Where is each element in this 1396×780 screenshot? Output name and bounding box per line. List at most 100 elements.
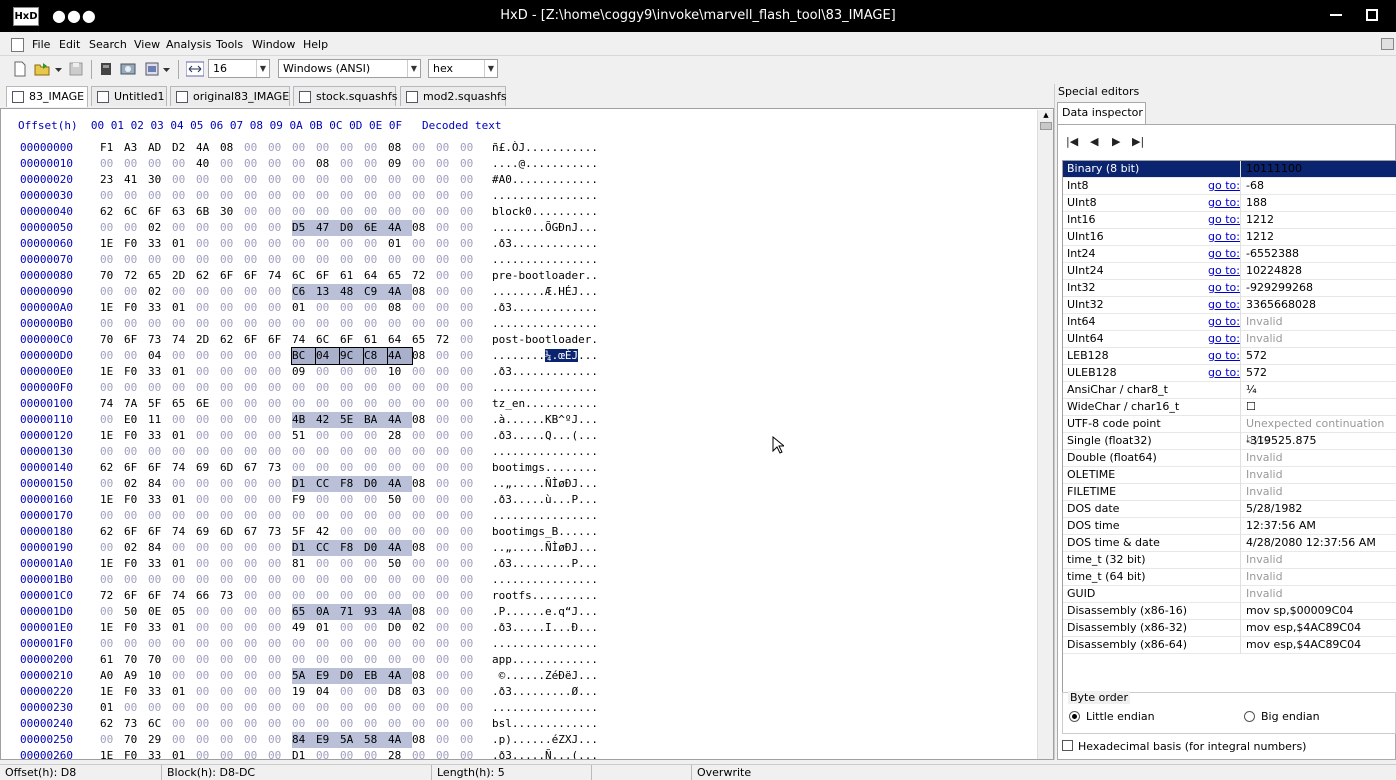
hex-byte[interactable]: 6F: [244, 268, 268, 284]
hex-byte[interactable]: 00: [196, 668, 220, 684]
hex-byte[interactable]: 62: [100, 716, 124, 732]
hex-byte[interactable]: 72: [124, 268, 148, 284]
hex-byte[interactable]: 00: [268, 476, 292, 492]
hex-byte[interactable]: 01: [100, 700, 124, 716]
tab-stock-squashfs[interactable]: stock.squashfs: [293, 86, 397, 106]
hex-byte[interactable]: 00: [436, 268, 460, 284]
hex-row[interactable]: 00000250 00 70 29 00 00 00 00 00 84 E9 5A 58 4A 08 00 00…: [20, 732, 598, 748]
inspector-row[interactable]: UTF-8 code point Unexpected continuation …: [1063, 416, 1396, 446]
row-bytes[interactable]: 00 02 84 00 00 00 00 00 D1 CC F8 D0 4A 08 00 00: [100, 540, 492, 556]
hex-byte[interactable]: 00: [268, 348, 292, 364]
menu-window[interactable]: Window: [252, 38, 295, 51]
hex-byte[interactable]: 00: [364, 492, 388, 508]
hex-byte[interactable]: 00: [268, 300, 292, 316]
new-file-icon[interactable]: [12, 61, 28, 77]
hex-byte[interactable]: 00: [148, 636, 172, 652]
row-bytes[interactable]: 00 00 00 00 00 00 00 00 00 00 00 00 00 00 00 00: [100, 252, 492, 268]
hex-row[interactable]: 00000030 00 00 00 00 00 00 00 00 00 00 00 00 00 00 00 00…: [20, 188, 598, 204]
hex-row[interactable]: 00000150 00 02 84 00 00 00 00 00 D1 CC F8 D0 4A 08 00 00…: [20, 476, 598, 492]
hex-byte[interactable]: 00: [292, 588, 316, 604]
hex-row[interactable]: 00000100 74 7A 5F 65 6E 00 00 00 00 00 00 00 00 00 00 00…: [20, 396, 598, 412]
hex-byte[interactable]: 08: [412, 604, 436, 620]
hex-byte[interactable]: 40: [196, 156, 220, 172]
hex-byte[interactable]: 00: [220, 700, 244, 716]
hex-byte[interactable]: 00: [340, 620, 364, 636]
decoded-text[interactable]: ................: [492, 188, 598, 204]
hex-byte[interactable]: 00: [244, 572, 268, 588]
hex-byte[interactable]: 00: [172, 716, 196, 732]
hex-byte[interactable]: F0: [124, 300, 148, 316]
hex-byte[interactable]: 00: [340, 492, 364, 508]
hex-row[interactable]: 00000180 62 6F 6F 74 69 6D 67 73 5F 42 00 00 00 00 00 00…: [20, 524, 598, 540]
hex-byte[interactable]: 00: [124, 156, 148, 172]
hex-row[interactable]: 000001B0 00 00 00 00 00 00 00 00 00 00 00 00 00 00 00 00…: [20, 572, 598, 588]
hex-byte[interactable]: 00: [460, 508, 484, 524]
hex-byte[interactable]: 1E: [100, 620, 124, 636]
hex-byte[interactable]: 6F: [148, 588, 172, 604]
row-bytes[interactable]: 00 00 00 00 00 00 00 00 00 00 00 00 00 00 00 00: [100, 444, 492, 460]
hex-byte[interactable]: 47: [316, 220, 340, 236]
hex-byte[interactable]: 41: [124, 172, 148, 188]
hex-row[interactable]: 00000140 62 6F 6F 74 69 6D 67 73 00 00 00 00 00 00 00 00…: [20, 460, 598, 476]
hex-byte[interactable]: 00: [436, 604, 460, 620]
hex-byte[interactable]: 00: [412, 172, 436, 188]
inspector-value[interactable]: mov sp,$00009C04: [1246, 603, 1396, 620]
hex-byte[interactable]: 00: [364, 716, 388, 732]
inspector-value[interactable]: Invalid: [1246, 467, 1396, 484]
hex-byte[interactable]: 81: [292, 556, 316, 572]
hex-byte[interactable]: 00: [412, 748, 436, 759]
hex-byte[interactable]: 01: [172, 492, 196, 508]
inspector-value[interactable]: 1212: [1246, 229, 1396, 246]
hex-byte[interactable]: 00: [220, 556, 244, 572]
hex-byte[interactable]: 00: [124, 252, 148, 268]
goto-link[interactable]: go to:: [1208, 195, 1240, 211]
hex-byte[interactable]: D8: [388, 684, 412, 700]
hex-byte[interactable]: 00: [196, 412, 220, 428]
hex-byte[interactable]: 01: [292, 300, 316, 316]
decoded-text[interactable]: .ð3.............: [492, 300, 598, 316]
hex-byte[interactable]: 01: [172, 556, 196, 572]
hex-byte[interactable]: 00: [244, 476, 268, 492]
hex-byte[interactable]: 74: [172, 460, 196, 476]
hex-byte[interactable]: 00: [148, 700, 172, 716]
hex-byte[interactable]: F0: [124, 684, 148, 700]
hex-byte[interactable]: 02: [124, 476, 148, 492]
decoded-text[interactable]: ........¼.œÈJ...: [492, 348, 598, 364]
vertical-scrollbar[interactable]: ▲: [1037, 110, 1053, 759]
hex-byte[interactable]: 1E: [100, 428, 124, 444]
hex-byte[interactable]: 00: [364, 364, 388, 380]
hex-byte[interactable]: 00: [412, 524, 436, 540]
hex-byte[interactable]: 33: [148, 684, 172, 700]
hex-byte[interactable]: 00: [340, 444, 364, 460]
hex-byte[interactable]: 93: [364, 604, 388, 620]
hex-byte[interactable]: 6F: [220, 268, 244, 284]
hex-byte[interactable]: 00: [340, 748, 364, 759]
hex-byte[interactable]: 00: [460, 556, 484, 572]
open-process-icon[interactable]: [144, 61, 160, 77]
hex-byte[interactable]: 4A: [388, 732, 412, 748]
decoded-text[interactable]: ....@...........: [492, 156, 598, 172]
hex-byte[interactable]: 00: [364, 172, 388, 188]
hex-byte[interactable]: 00: [364, 428, 388, 444]
inspector-value[interactable]: Invalid: [1246, 552, 1396, 569]
hex-byte[interactable]: 00: [316, 652, 340, 668]
hex-byte[interactable]: E9: [316, 732, 340, 748]
hex-byte[interactable]: 73: [124, 716, 148, 732]
hex-byte[interactable]: 00: [436, 236, 460, 252]
hex-byte[interactable]: 00: [172, 380, 196, 396]
hex-byte[interactable]: 00: [316, 716, 340, 732]
hex-byte[interactable]: 29: [148, 732, 172, 748]
hex-byte[interactable]: 00: [436, 300, 460, 316]
hex-byte[interactable]: 00: [268, 284, 292, 300]
hex-byte[interactable]: 08: [316, 156, 340, 172]
inspector-row[interactable]: Single (float32) -319525.875: [1063, 433, 1396, 450]
hex-byte[interactable]: 00: [172, 508, 196, 524]
hex-byte[interactable]: 00: [460, 620, 484, 636]
hex-byte[interactable]: 00: [340, 716, 364, 732]
hex-basis-label[interactable]: Hexadecimal basis (for integral numbers): [1078, 740, 1306, 753]
row-bytes[interactable]: 1E F0 33 01 00 00 00 00 D1 00 00 00 28 00 00 00: [100, 748, 492, 759]
tab-83-image[interactable]: 83_IMAGE: [6, 86, 88, 107]
hex-byte[interactable]: 00: [292, 156, 316, 172]
inspector-value[interactable]: Invalid: [1246, 484, 1396, 501]
hex-byte[interactable]: 00: [412, 444, 436, 460]
